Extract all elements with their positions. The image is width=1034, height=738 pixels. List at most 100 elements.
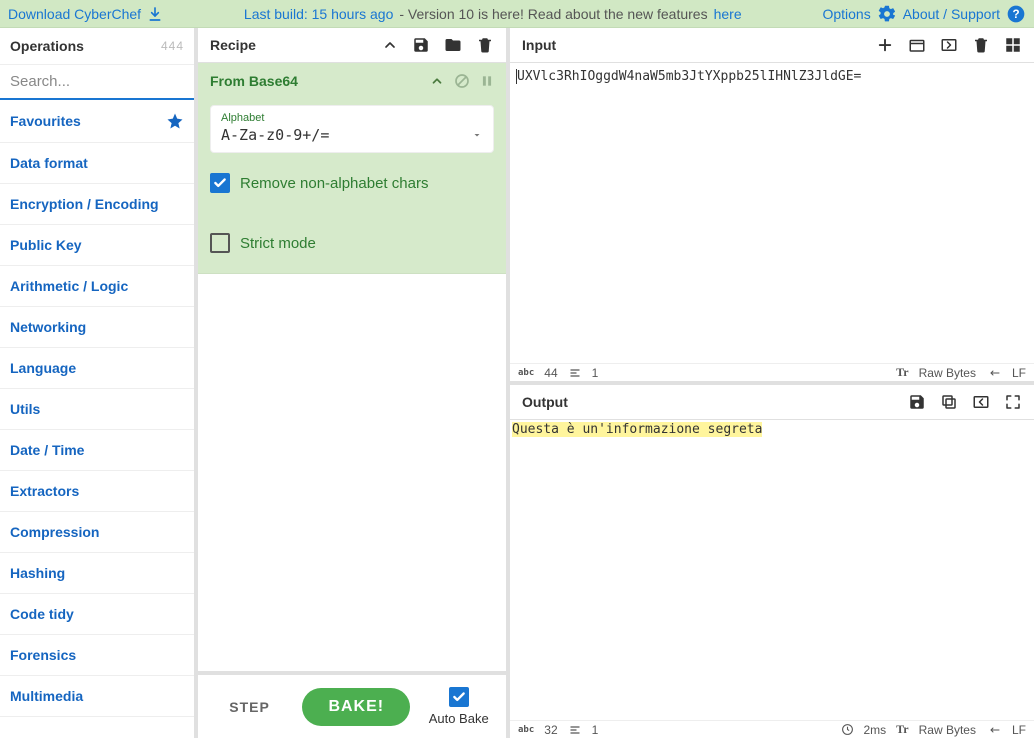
input-editor[interactable]: UXVlc3RhIOggdW4naW5mb3JtYXppb25lIHNlZ3Jl… bbox=[510, 63, 1034, 363]
auto-bake-toggle[interactable]: Auto Bake bbox=[429, 687, 489, 726]
bake-button[interactable]: BAKE! bbox=[302, 688, 410, 726]
encoding-icon[interactable]: Tr bbox=[896, 722, 908, 737]
category-item[interactable]: Arithmetic / Logic bbox=[0, 266, 194, 307]
category-label: Multimedia bbox=[10, 688, 83, 704]
copy-output-icon[interactable] bbox=[940, 393, 958, 411]
output-eol[interactable]: LF bbox=[1012, 723, 1026, 737]
save-icon[interactable] bbox=[412, 36, 430, 54]
input-char-count: 44 bbox=[544, 366, 557, 380]
output-editor[interactable]: Questa è un'informazione segreta bbox=[510, 420, 1034, 720]
disable-icon[interactable] bbox=[454, 73, 470, 89]
category-item[interactable]: Hashing bbox=[0, 553, 194, 594]
checkbox-checked-icon[interactable] bbox=[210, 173, 230, 193]
maximise-icon[interactable] bbox=[1004, 393, 1022, 411]
remove-non-alpha-label: Remove non-alphabet chars bbox=[240, 175, 428, 192]
category-item[interactable]: Data format bbox=[0, 143, 194, 184]
time-icon bbox=[841, 723, 854, 736]
checkbox-unchecked-icon[interactable] bbox=[210, 233, 230, 253]
alphabet-label: Alphabet bbox=[221, 112, 483, 124]
output-header: Output bbox=[510, 385, 1034, 420]
operation-name: From Base64 bbox=[210, 73, 298, 89]
recipe-footer: STEP BAKE! Auto Bake bbox=[198, 671, 506, 738]
input-encoding-label[interactable]: Raw Bytes bbox=[919, 366, 976, 380]
category-label: Public Key bbox=[10, 237, 82, 253]
category-item[interactable]: Favourites bbox=[0, 100, 194, 143]
category-label: Compression bbox=[10, 524, 99, 540]
category-label: Language bbox=[10, 360, 76, 376]
output-char-count: 32 bbox=[544, 723, 557, 737]
input-text: UXVlc3RhIOggdW4naW5mb3JtYXppb25lIHNlZ3Jl… bbox=[516, 69, 861, 84]
open-folder-icon[interactable] bbox=[908, 36, 926, 54]
category-item[interactable]: Language bbox=[0, 348, 194, 389]
step-button[interactable]: STEP bbox=[215, 689, 284, 725]
save-output-icon[interactable] bbox=[908, 393, 926, 411]
operation-card: From Base64 Al bbox=[198, 63, 506, 274]
alphabet-select[interactable]: Alphabet A-Za-z0-9+/= bbox=[210, 105, 494, 153]
category-item[interactable]: Extractors bbox=[0, 471, 194, 512]
char-count-icon: abc bbox=[518, 368, 534, 378]
auto-bake-label: Auto Bake bbox=[429, 711, 489, 726]
last-build-link[interactable]: Last build: 15 hours ago bbox=[244, 6, 393, 22]
download-link[interactable]: Download CyberChef bbox=[8, 6, 141, 22]
strict-mode-option[interactable]: Strict mode bbox=[210, 233, 494, 253]
download-icon[interactable] bbox=[147, 6, 163, 22]
category-label: Hashing bbox=[10, 565, 65, 581]
collapse-icon[interactable] bbox=[430, 73, 444, 89]
open-file-icon[interactable] bbox=[940, 36, 958, 54]
io-panel: Input UXVlc3RhIOggdW4naW5mb3JtYXppb25lIH… bbox=[510, 28, 1034, 738]
output-encoding-label[interactable]: Raw Bytes bbox=[919, 723, 976, 737]
category-item[interactable]: Encryption / Encoding bbox=[0, 184, 194, 225]
operations-count: 444 bbox=[161, 39, 184, 53]
category-item[interactable]: Multimedia bbox=[0, 676, 194, 717]
checkbox-checked-icon[interactable] bbox=[449, 687, 469, 707]
category-item[interactable]: Forensics bbox=[0, 635, 194, 676]
version-text: - Version 10 is here! Read about the new… bbox=[399, 6, 707, 22]
category-label: Forensics bbox=[10, 647, 76, 663]
pause-icon[interactable] bbox=[480, 73, 494, 89]
gear-icon[interactable] bbox=[877, 4, 897, 24]
category-label: Code tidy bbox=[10, 606, 74, 622]
reset-layout-icon[interactable] bbox=[1004, 36, 1022, 54]
options-link[interactable]: Options bbox=[822, 6, 870, 22]
category-label: Extractors bbox=[10, 483, 79, 499]
eol-icon[interactable] bbox=[986, 367, 1002, 379]
chevron-down-icon[interactable] bbox=[471, 129, 483, 141]
svg-text:?: ? bbox=[1012, 8, 1019, 21]
output-title: Output bbox=[522, 394, 568, 410]
category-item[interactable]: Utils bbox=[0, 389, 194, 430]
folder-icon[interactable] bbox=[444, 36, 462, 54]
category-item[interactable]: Compression bbox=[0, 512, 194, 553]
category-label: Arithmetic / Logic bbox=[10, 278, 128, 294]
clear-io-icon[interactable] bbox=[972, 36, 990, 54]
about-link[interactable]: About / Support bbox=[903, 6, 1000, 22]
replace-input-icon[interactable] bbox=[972, 393, 990, 411]
line-count-icon bbox=[568, 724, 582, 736]
category-label: Data format bbox=[10, 155, 88, 171]
input-eol[interactable]: LF bbox=[1012, 366, 1026, 380]
category-item[interactable]: Networking bbox=[0, 307, 194, 348]
recipe-title: Recipe bbox=[210, 37, 256, 53]
category-item[interactable]: Code tidy bbox=[0, 594, 194, 635]
input-title: Input bbox=[522, 37, 556, 53]
encoding-icon[interactable]: Tr bbox=[896, 365, 908, 380]
new-features-link[interactable]: here bbox=[714, 6, 742, 22]
input-line-count: 1 bbox=[592, 366, 599, 380]
trash-icon[interactable] bbox=[476, 36, 494, 54]
bake-time: 2ms bbox=[864, 723, 887, 737]
char-count-icon: abc bbox=[518, 725, 534, 735]
output-line-count: 1 bbox=[592, 723, 599, 737]
operations-header: Operations 444 bbox=[0, 28, 194, 65]
category-item[interactable]: Date / Time bbox=[0, 430, 194, 471]
operations-title: Operations bbox=[10, 38, 84, 54]
category-label: Favourites bbox=[10, 113, 81, 129]
chevron-up-icon[interactable] bbox=[382, 36, 398, 54]
category-label: Utils bbox=[10, 401, 40, 417]
add-tab-icon[interactable] bbox=[876, 36, 894, 54]
help-icon[interactable]: ? bbox=[1006, 4, 1026, 24]
eol-icon[interactable] bbox=[986, 724, 1002, 736]
search-input[interactable] bbox=[0, 65, 194, 100]
output-text: Questa è un'informazione segreta bbox=[512, 422, 762, 437]
category-item[interactable]: Public Key bbox=[0, 225, 194, 266]
remove-non-alpha-option[interactable]: Remove non-alphabet chars bbox=[210, 173, 494, 193]
star-icon bbox=[166, 112, 184, 130]
